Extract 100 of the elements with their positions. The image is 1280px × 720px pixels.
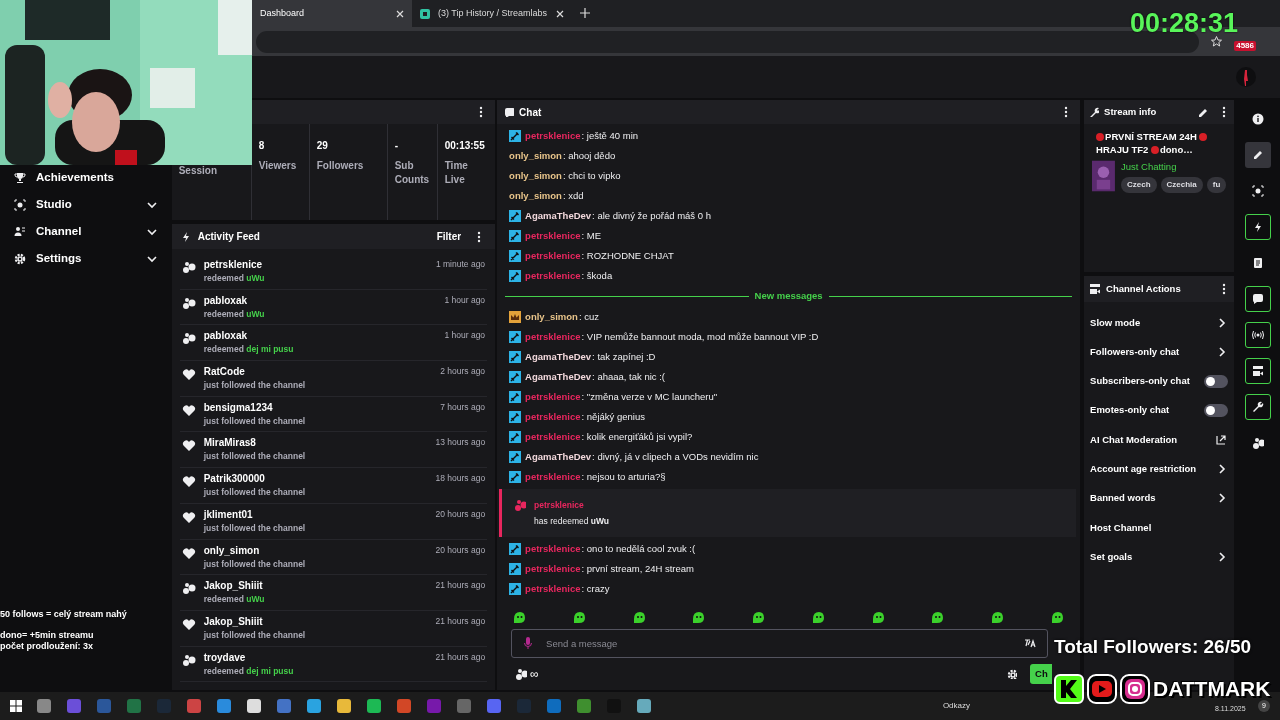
rail-button[interactable] [1245,286,1271,312]
emote-icon[interactable] [991,610,1005,624]
wrench-icon [1089,107,1100,117]
tag-chip[interactable]: Czechia [1160,177,1203,194]
chat-username[interactable]: petrsklenice [525,389,581,405]
points-balance[interactable]: ∞ [530,665,1005,683]
tag-chip[interactable]: fu [1206,177,1227,194]
avatar-icon[interactable] [1236,67,1256,87]
activity-item[interactable]: Patrik300000 just followed the channel 18 hours ago [179,468,488,504]
chat-username[interactable]: petrsklenice [525,248,581,264]
edit-icon[interactable] [1197,107,1208,117]
chat-username[interactable]: only_simon [509,148,562,164]
nav-item[interactable]: Achievements [0,164,172,191]
settings-icon[interactable] [1007,669,1018,679]
channel-action[interactable]: Subscribers-only chat [1084,366,1235,396]
message-input[interactable]: Send a message [511,629,1049,658]
chat-username[interactable]: only_simon [509,188,562,204]
windows-icon[interactable] [10,700,22,712]
redemption-user[interactable]: petrsklenice [534,499,610,512]
more-icon[interactable] [1222,106,1227,118]
activity-item[interactable]: Jakop_Shiiit redeemed uWu 21 hours ago [179,575,488,611]
category-link[interactable]: Just Chatting [1121,160,1227,175]
emote-icon[interactable] [513,610,527,624]
new-tab-icon[interactable] [580,8,590,18]
channel-action[interactable]: Emotes-only chat [1084,395,1235,426]
rail-button[interactable] [1245,394,1271,420]
activity-item[interactable]: petrsklenice redeemed uWu 1 minute ago [179,254,488,290]
taskbar-app-icon[interactable] [366,698,382,714]
rail-button[interactable] [1245,322,1271,348]
microphone-icon[interactable] [524,637,533,649]
nav-item[interactable]: Settings [0,245,172,272]
taskbar-app-icon[interactable] [336,698,352,714]
chat-username[interactable]: petrsklenice [525,581,581,597]
chat-username[interactable]: AgamaTheDev [525,349,592,365]
chat-username[interactable]: petrsklenice [525,429,581,445]
chat-username[interactable]: petrsklenice [525,268,581,284]
chat-username[interactable]: AgamaTheDev [525,449,592,465]
chat-username[interactable]: only_simon [525,309,578,325]
emote-icon[interactable] [692,610,706,624]
tag-chip[interactable]: Czech [1121,177,1157,194]
translate-icon[interactable] [1024,638,1037,648]
emote-icon[interactable] [811,610,825,624]
nav-item[interactable]: Channel [0,218,172,245]
chat-username[interactable]: petrsklenice [525,561,581,577]
channel-action[interactable]: Followers-only chat [1084,337,1235,367]
emote-icon[interactable] [1051,610,1064,624]
activity-item[interactable]: bensigma1234 just followed the channel 7 hours ago [179,396,488,433]
activity-item[interactable]: pabloxak redeemed dej mi pusu 1 hour ago [179,325,488,362]
nav-item[interactable]: Studio [0,191,172,218]
taskbar-app-icon[interactable] [636,698,652,714]
channel-action[interactable]: Host Channel [1084,513,1235,543]
more-icon[interactable] [1222,283,1227,295]
toggle-switch[interactable] [1204,374,1229,388]
channel-action[interactable]: Slow mode [1084,308,1235,338]
emote-icon[interactable] [572,610,586,624]
extension-button[interactable]: 4586 [1234,40,1256,51]
browser-tab[interactable]: (3) Tip History / Streamlabs [412,0,572,27]
points-icon[interactable] [515,668,528,680]
activity-item[interactable]: pabloxak redeemed uWu 1 hour ago [179,289,488,326]
channel-action[interactable]: Set goals [1084,542,1235,572]
rail-button[interactable] [1245,214,1271,240]
star-icon[interactable] [1211,36,1223,47]
emote-icon[interactable] [871,610,885,624]
activity-item[interactable]: jkliment01 just followed the channel 20 hours ago [179,503,488,540]
category-thumbnail[interactable] [1092,160,1115,192]
channel-action[interactable]: AI Chat Moderation [1084,425,1235,455]
more-icon[interactable] [479,106,484,118]
chat-username[interactable]: petrsklenice [525,469,581,485]
emote-icon[interactable] [752,610,766,624]
more-icon[interactable] [1064,106,1069,118]
filter-button[interactable]: Filter [436,229,462,244]
more-icon[interactable] [477,230,482,243]
activity-item[interactable]: RatCode just followed the channel 2 hours ago [179,361,488,397]
rail-button[interactable] [1245,358,1271,384]
taskbar-app-icon[interactable] [306,698,322,714]
close-icon[interactable] [556,9,564,18]
chat-username[interactable]: petrsklenice [525,541,581,557]
chat-username[interactable]: only_simon [509,168,562,184]
activity-item[interactable]: MiraMiras8 just followed the channel 13 hours ago [179,432,488,469]
taskbar-links[interactable]: Odkazy [942,700,970,712]
close-icon[interactable] [396,9,404,18]
browser-tab[interactable]: Dashboard [252,0,412,27]
channel-action[interactable]: Banned words [1084,483,1235,514]
emote-icon[interactable] [931,610,945,624]
chat-username[interactable]: petrsklenice [525,409,581,425]
chat-username[interactable]: AgamaTheDev [525,208,592,224]
activity-item[interactable]: only_simon just followed the channel 20 hours ago [179,539,488,576]
overlay-note: 50 follows = celý stream nahý [0,609,127,620]
activity-item[interactable]: troydave redeemed dej mi pusu 21 hours ago [179,646,488,683]
emote-icon[interactable] [632,610,646,624]
chat-username[interactable]: AgamaTheDev [525,369,592,385]
channel-action[interactable]: Account age restriction [1084,454,1235,484]
chat-username[interactable]: petrsklenice [525,128,581,144]
activity-item[interactable]: Jakop_Shiiit just followed the channel 21 hours ago [179,610,488,647]
chat-username[interactable]: petrsklenice [525,329,581,345]
chat-button[interactable]: Ch [1030,664,1053,684]
rail-button[interactable] [1245,142,1271,168]
toggle-switch[interactable] [1204,404,1229,418]
chat-username[interactable]: petrsklenice [525,228,581,244]
taskbar-app-icon[interactable] [246,698,262,714]
